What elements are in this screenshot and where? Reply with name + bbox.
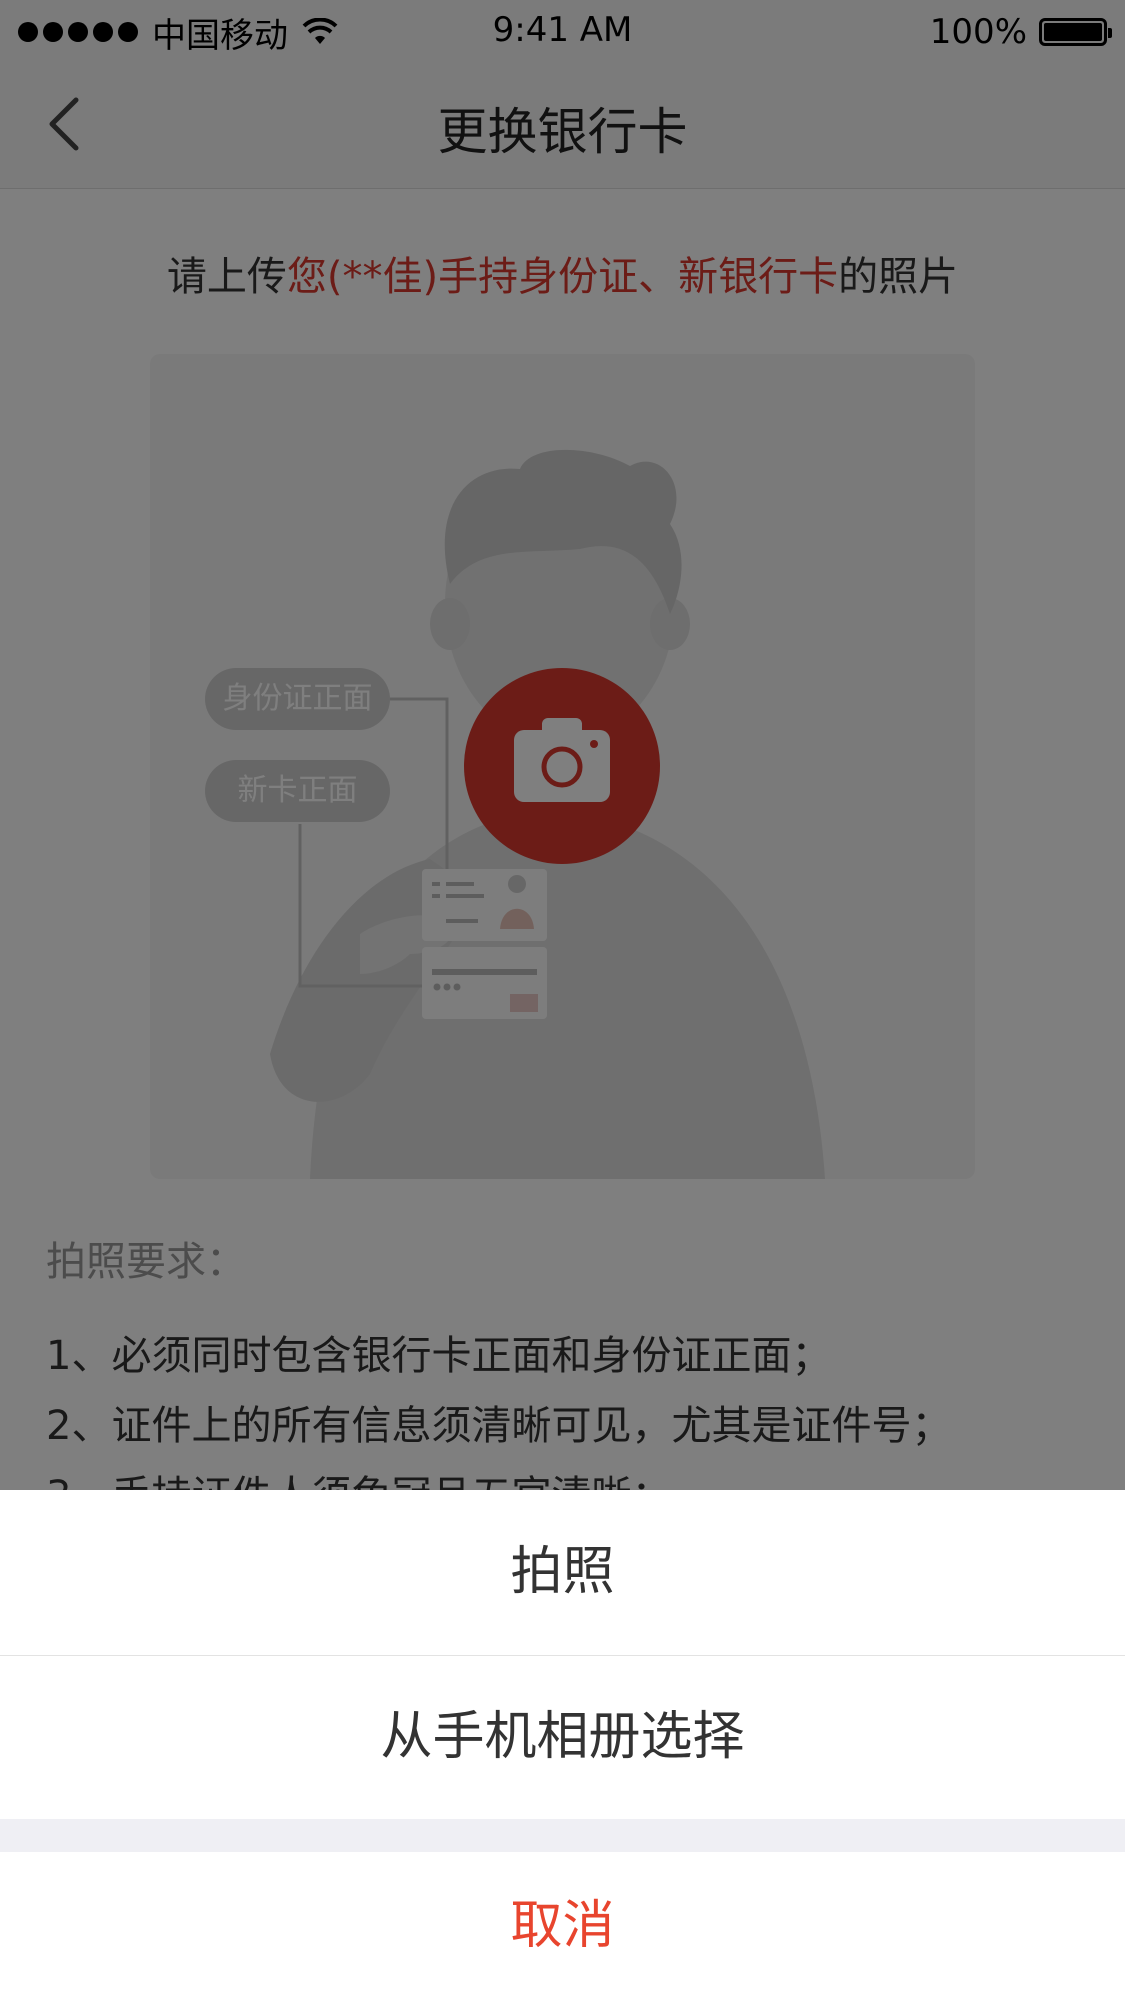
- take-photo-button[interactable]: 拍照: [0, 1490, 1125, 1656]
- action-sheet: 拍照 从手机相册选择 取消: [0, 1490, 1125, 2001]
- choose-from-album-button[interactable]: 从手机相册选择: [0, 1656, 1125, 1819]
- cancel-button[interactable]: 取消: [0, 1852, 1125, 2001]
